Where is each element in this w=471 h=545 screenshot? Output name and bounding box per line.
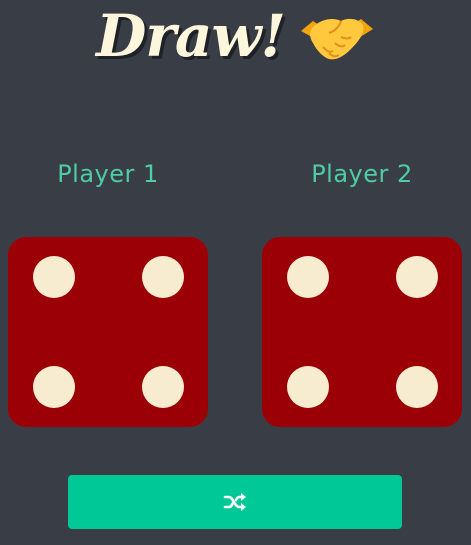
- die-pip: [142, 256, 184, 298]
- result-title: Draw!: [96, 2, 286, 70]
- die-pip: [396, 366, 438, 408]
- die-pip: [287, 366, 329, 408]
- die-pip: [287, 256, 329, 298]
- handshake-icon: [300, 18, 373, 60]
- player-2-die: [262, 237, 462, 427]
- dice-game-page: Draw! Player 1 Player 2: [0, 0, 471, 545]
- roll-dice-button[interactable]: [68, 475, 402, 529]
- result-heading: Draw!: [0, 2, 471, 70]
- shuffle-icon: [223, 493, 246, 511]
- die-pip: [396, 256, 438, 298]
- die-pip: [33, 256, 75, 298]
- player-2-label: Player 2: [311, 160, 413, 188]
- die-pip: [33, 366, 75, 408]
- player-1-die: [8, 237, 208, 427]
- die-pip: [142, 366, 184, 408]
- player-1-label: Player 1: [57, 160, 159, 188]
